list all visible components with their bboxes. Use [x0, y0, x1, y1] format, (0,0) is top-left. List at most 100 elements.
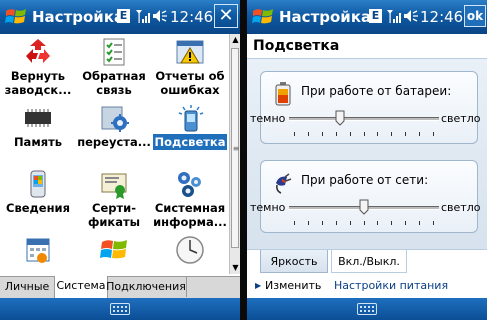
tab-personal[interactable]: Личные: [0, 277, 55, 297]
slider-tick: [308, 132, 309, 136]
grid-item-backlight[interactable]: Подсветка: [152, 100, 228, 160]
grid-item-label: Отчеты об: [155, 69, 225, 83]
grid-item-sublabel: фикаты: [87, 215, 141, 229]
slider-tick: [294, 221, 295, 225]
battery-brightness-group: При работе от батареи: темно светло: [250, 71, 480, 144]
slider-tick: [322, 132, 323, 136]
grid-item-restore[interactable]: Вернуть заводск...: [0, 34, 76, 97]
vertical-scrollbar[interactable]: ▲ ≡ ▼: [229, 34, 240, 274]
slider-tick: [350, 221, 351, 225]
slider-tick: [336, 221, 337, 225]
power-settings-link[interactable]: Настройки питания: [334, 274, 448, 298]
slider-tick: [433, 132, 434, 136]
ok-button[interactable]: ok: [464, 5, 486, 27]
brightness-panel: При работе от батареи: темно светло При …: [247, 59, 487, 249]
clock-icon: [176, 236, 204, 264]
page-title: Подсветка: [253, 38, 340, 54]
tab-connections[interactable]: Подключения: [106, 277, 187, 297]
slider-tick: [377, 221, 378, 225]
power-plug-icon: [276, 173, 292, 194]
volume-icon[interactable]: [152, 8, 168, 24]
grid-item-certificates[interactable]: Серти-фикаты: [76, 166, 152, 229]
ac-label: При работе от сети:: [301, 173, 429, 187]
scroll-up-icon[interactable]: ▲: [231, 35, 240, 45]
scroll-down-icon[interactable]: ▼: [231, 263, 240, 273]
slider-min-label: темно: [250, 112, 286, 125]
battery-slider-ticks: [294, 132, 434, 137]
about-icon: [30, 170, 46, 198]
close-button[interactable]: ✕: [214, 4, 238, 28]
grid-item-label: Подсветка: [152, 134, 228, 150]
scroll-grip-icon: ≡: [232, 144, 240, 153]
error-report-icon: [176, 40, 204, 64]
grid-item-memory[interactable]: Память: [0, 100, 76, 160]
window-title: Настройка: [32, 8, 125, 26]
slider-tick: [391, 132, 392, 136]
grid-item-error-reports[interactable]: Отчеты об ошибках: [152, 34, 228, 97]
grid-item-about[interactable]: Сведения: [0, 166, 76, 226]
volume-icon[interactable]: [403, 8, 419, 24]
slider-tick: [419, 221, 420, 225]
backlight-icon: [178, 105, 204, 132]
grid-item-label: переуста...: [77, 135, 151, 149]
grid-item-label: Память: [13, 135, 63, 149]
windows-start-icon[interactable]: [4, 5, 28, 29]
settings-tabs: Яркость Вкл./Выкл.: [247, 249, 487, 274]
grid-item-reinstall[interactable]: переуста...: [76, 100, 152, 160]
grid-item-sublabel: заводск...: [4, 83, 72, 97]
slider-max-label: светло: [441, 201, 481, 214]
slider-tick: [419, 132, 420, 136]
battery-brightness-slider-thumb[interactable]: [335, 110, 345, 126]
slider-tick: [294, 132, 295, 136]
signal-icon[interactable]: [135, 8, 151, 24]
power-settings-link-row: ▶ Изменить Настройки питания: [247, 274, 487, 298]
tab-brightness[interactable]: Яркость: [260, 250, 328, 273]
window-title: Настройка: [279, 8, 372, 26]
slider-tick: [391, 221, 392, 225]
category-tabs: Личные Система Подключения: [0, 276, 240, 299]
settings-icon-grid: Вернуть заводск... Обратная связь Отчеты о…: [0, 34, 228, 274]
slider-tick: [308, 221, 309, 225]
slider-tick: [322, 221, 323, 225]
battery-label: При работе от батареи:: [301, 84, 452, 98]
scrollbar-thumb[interactable]: ≡: [231, 48, 239, 248]
slider-tick: [433, 221, 434, 225]
slider-tick: [377, 132, 378, 136]
signal-icon[interactable]: [386, 8, 402, 24]
edge-network-icon[interactable]: E: [117, 9, 130, 23]
title-bar: Настройка E 12:46 ✕: [0, 0, 240, 34]
slider-tick: [364, 132, 365, 136]
grid-item-label: Сведения: [6, 201, 70, 215]
keyboard-icon[interactable]: [357, 303, 377, 315]
grid-item-system-info[interactable]: Системная информа...: [152, 166, 228, 229]
grid-item-label: Обратная: [82, 69, 146, 83]
battery-brightness-track[interactable]: [289, 117, 439, 121]
ac-slider-ticks: [294, 221, 434, 226]
grid-item-label: Серти-: [92, 201, 136, 215]
clock-time[interactable]: 12:46: [170, 8, 213, 26]
windows-start-icon[interactable]: [251, 5, 275, 29]
keyboard-icon[interactable]: [110, 303, 130, 315]
tab-system[interactable]: Система: [54, 276, 108, 298]
grid-item-sublabel: информа...: [153, 215, 227, 229]
reinstall-icon: [101, 106, 129, 132]
system-info-icon: [178, 172, 201, 197]
clock-time[interactable]: 12:46: [420, 8, 463, 26]
settings-system-screen: Настройка E 12:46 ✕ Вернуть заводск... О…: [0, 0, 240, 320]
title-bar: Настройка E 12:46 ok: [247, 0, 487, 34]
edge-network-icon[interactable]: E: [369, 9, 382, 23]
slider-tick: [336, 132, 337, 136]
slider-tick: [405, 132, 406, 136]
backlight-settings-screen: Настройка E 12:46 ok Подсветка При работ…: [247, 0, 487, 320]
grid-item-sublabel: связь: [96, 83, 132, 97]
arrow-bullet-icon: ▶: [255, 281, 262, 290]
grid-item-sublabel: ошибках: [160, 83, 220, 97]
slider-tick: [364, 221, 365, 225]
slider-min-label: темно: [250, 201, 286, 214]
grid-item-feedback[interactable]: Обратная связь: [76, 34, 152, 97]
ac-brightness-slider-thumb[interactable]: [359, 199, 369, 215]
slider-tick: [405, 221, 406, 225]
tab-on-off[interactable]: Вкл./Выкл.: [331, 250, 407, 273]
soft-key-bar: [247, 298, 487, 320]
certificates-icon: [101, 173, 127, 199]
